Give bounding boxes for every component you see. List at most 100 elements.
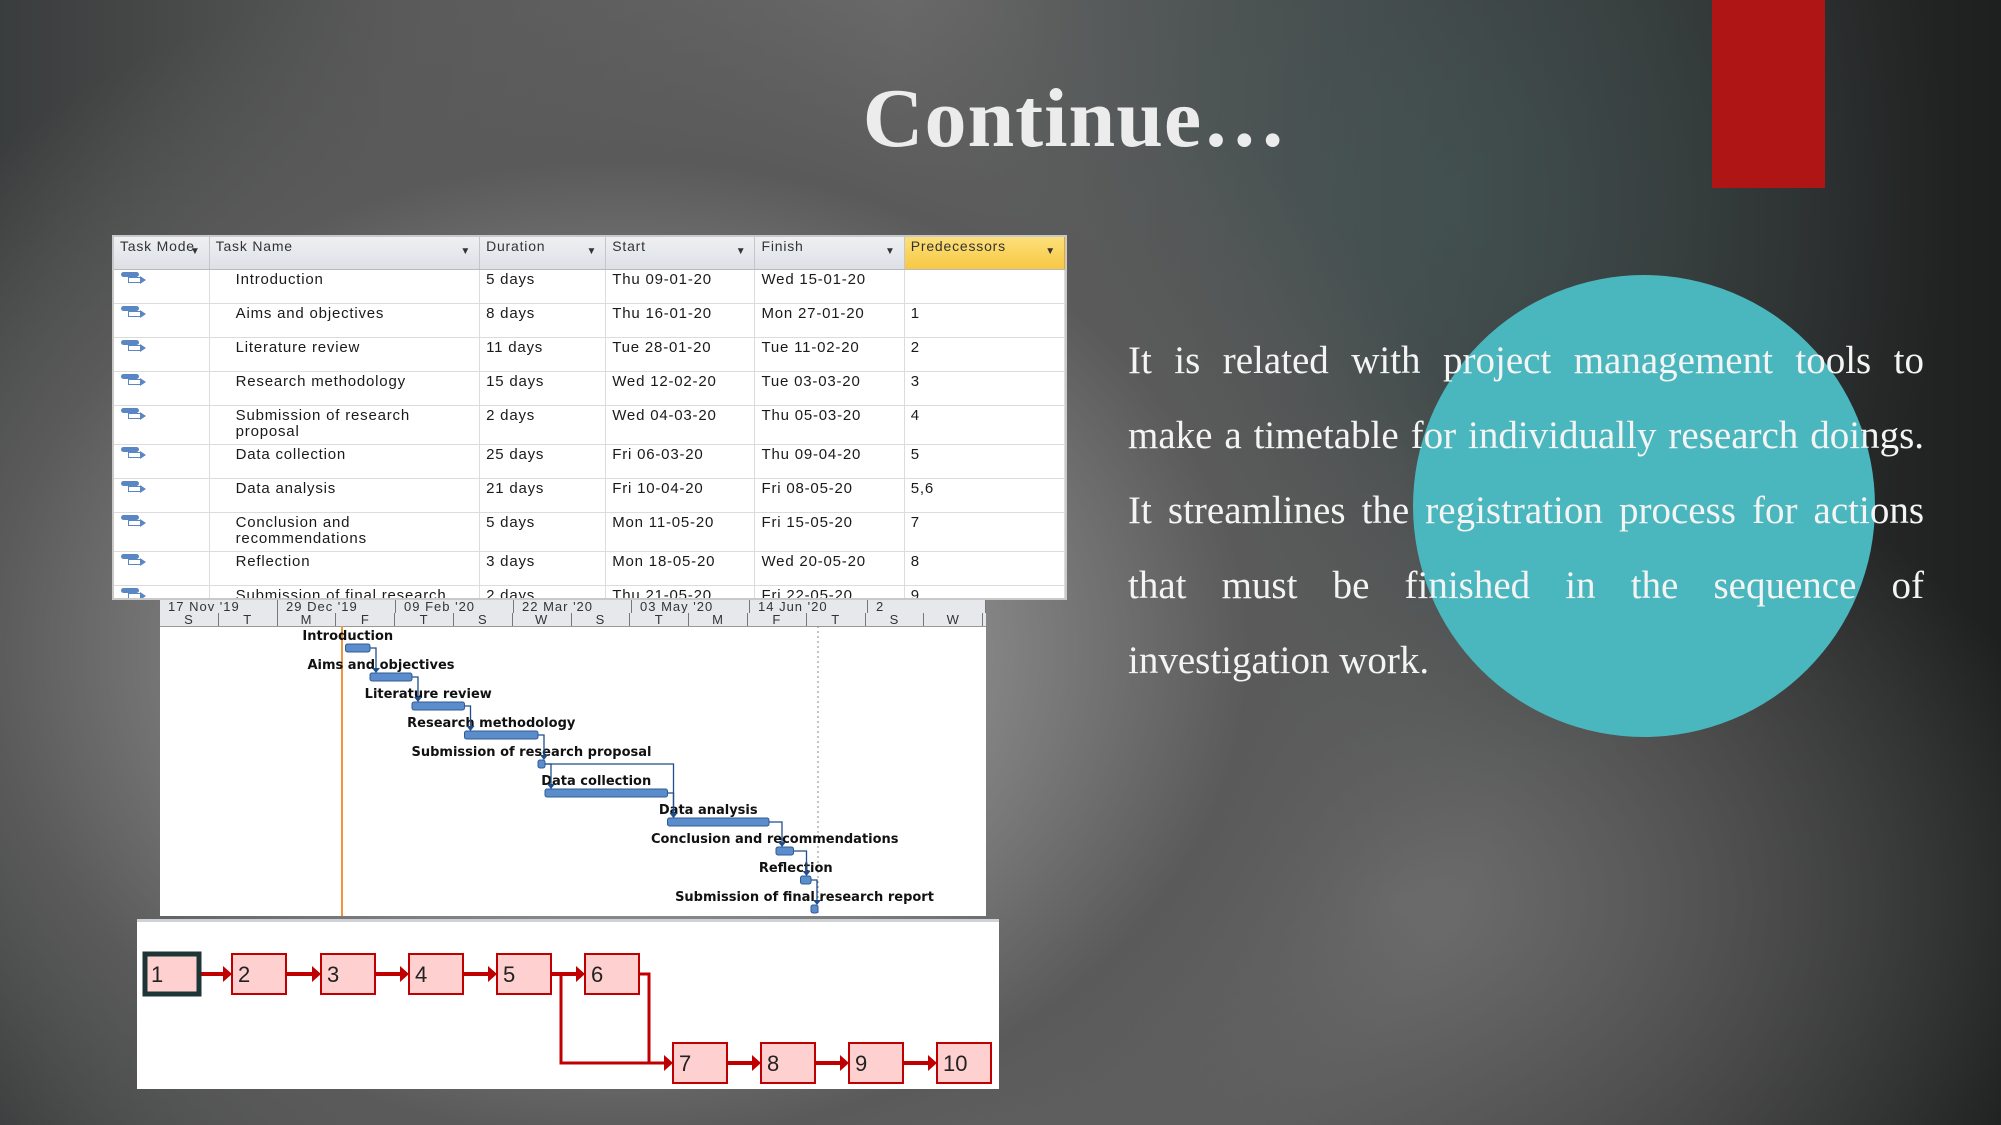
auto-scheduled-task-icon <box>120 515 146 529</box>
predecessors-cell[interactable]: 3 <box>904 371 1065 406</box>
duration-cell[interactable]: 5 days <box>479 512 607 552</box>
predecessors-cell[interactable]: 1 <box>904 303 1065 338</box>
start-cell[interactable]: Thu 21-05-20 <box>605 585 756 598</box>
gantt-task-label: Reflection <box>759 861 833 876</box>
finish-cell[interactable]: Wed 15-01-20 <box>754 269 905 304</box>
task-mode-cell[interactable] <box>114 303 210 338</box>
task-mode-cell[interactable] <box>114 405 210 445</box>
finish-cell[interactable]: Thu 05-03-20 <box>754 405 905 445</box>
dropdown-arrow-icon[interactable]: ▼ <box>736 245 747 259</box>
network-arrowhead <box>576 966 585 982</box>
duration-cell[interactable]: 2 days <box>479 585 607 598</box>
column-header-task-mode[interactable]: Task Mode ▼ <box>114 237 210 270</box>
finish-cell[interactable]: Fri 15-05-20 <box>754 512 905 552</box>
network-canvas: 1 2 3 4 5 6 7 8 9 10 <box>142 951 992 1084</box>
network-node-label: 5 <box>503 962 515 987</box>
duration-cell[interactable]: 2 days <box>479 405 607 445</box>
duration-cell[interactable]: 3 days <box>479 551 607 586</box>
auto-scheduled-task-icon <box>120 374 146 388</box>
task-name-cell[interactable]: Submission of final research report <box>209 585 481 598</box>
start-cell[interactable]: Thu 09-01-20 <box>605 269 756 304</box>
start-cell[interactable]: Wed 04-03-20 <box>605 405 756 445</box>
predecessors-cell[interactable]: 7 <box>904 512 1065 552</box>
duration-cell[interactable]: 21 days <box>479 478 607 513</box>
task-name-cell[interactable]: Reflection <box>209 551 481 586</box>
table-row[interactable]: Introduction 5 days Thu 09-01-20 Wed 15-01-… <box>114 269 1065 304</box>
predecessors-cell[interactable]: 5 <box>904 444 1065 479</box>
finish-cell[interactable]: Fri 08-05-20 <box>754 478 905 513</box>
task-name-cell[interactable]: Aims and objectives <box>209 303 481 338</box>
finish-cell[interactable]: Tue 03-03-20 <box>754 371 905 406</box>
finish-cell[interactable]: Mon 27-01-20 <box>754 303 905 338</box>
table-row[interactable]: Research methodology 15 days Wed 12-02-20 T… <box>114 371 1065 406</box>
column-header-finish[interactable]: Finish ▼ <box>754 237 905 270</box>
task-name-cell[interactable]: Literature review <box>209 337 481 372</box>
start-cell[interactable]: Fri 10-04-20 <box>605 478 756 513</box>
start-cell[interactable]: Fri 06-03-20 <box>605 444 756 479</box>
dropdown-arrow-icon[interactable]: ▼ <box>190 245 201 259</box>
task-name-cell[interactable]: Submission of research proposal <box>209 405 481 445</box>
network-link <box>639 972 669 1065</box>
start-cell[interactable]: Mon 11-05-20 <box>605 512 756 552</box>
column-header-start[interactable]: Start ▼ <box>605 237 756 270</box>
predecessors-cell[interactable]: 5,6 <box>904 478 1065 513</box>
task-mode-cell[interactable] <box>114 478 210 513</box>
dropdown-arrow-icon[interactable]: ▼ <box>460 245 471 259</box>
gantt-task-bar <box>411 701 465 711</box>
task-name-cell[interactable]: Research methodology <box>209 371 481 406</box>
task-mode-cell[interactable] <box>114 551 210 586</box>
task-mode-cell[interactable] <box>114 585 210 598</box>
task-name-cell[interactable]: Data collection <box>209 444 481 479</box>
table-row[interactable]: Data analysis 21 days Fri 10-04-20 Fri 08-0… <box>114 478 1065 513</box>
task-name-cell[interactable]: Introduction <box>209 269 481 304</box>
dropdown-arrow-icon[interactable]: ▼ <box>885 245 896 259</box>
task-name-cell[interactable]: Conclusion and recommendations <box>209 512 481 552</box>
gantt-task-label: Submission of research proposal <box>412 745 652 760</box>
column-header-predecessors[interactable]: Predecessors ▼ <box>904 237 1065 270</box>
finish-cell[interactable]: Wed 20-05-20 <box>754 551 905 586</box>
predecessors-cell[interactable]: 4 <box>904 405 1065 445</box>
table-row[interactable]: Conclusion and recommendations 5 days Mon … <box>114 512 1065 552</box>
task-mode-cell[interactable] <box>114 337 210 372</box>
start-cell[interactable]: Tue 28-01-20 <box>605 337 756 372</box>
start-cell[interactable]: Wed 12-02-20 <box>605 371 756 406</box>
finish-cell[interactable]: Thu 09-04-20 <box>754 444 905 479</box>
finish-cell[interactable]: Fri 22-05-20 <box>754 585 905 598</box>
table-row[interactable]: Submission of final research report2 day… <box>114 585 1065 598</box>
duration-cell[interactable]: 11 days <box>479 337 607 372</box>
table-row[interactable]: Submission of research proposal 2 days Wed… <box>114 405 1065 445</box>
start-cell[interactable]: Mon 18-05-20 <box>605 551 756 586</box>
table-row[interactable]: Aims and objectives 8 days Thu 16-01-20 Mon… <box>114 303 1065 338</box>
table-row[interactable]: Data collection 25 days Fri 06-03-20 Thu 09… <box>114 444 1065 479</box>
gantt-task-bar <box>800 875 812 885</box>
finish-cell[interactable]: Tue 11-02-20 <box>754 337 905 372</box>
network-diagram: 1 2 3 4 5 6 7 8 9 10 <box>137 919 999 1089</box>
predecessors-cell[interactable] <box>904 269 1065 304</box>
auto-scheduled-task-icon <box>120 306 146 320</box>
duration-cell[interactable]: 5 days <box>479 269 607 304</box>
predecessors-cell[interactable]: 9 <box>904 585 1065 598</box>
task-name-cell[interactable]: Data analysis <box>209 478 481 513</box>
network-node-label: 6 <box>591 962 603 987</box>
gantt-task-bar <box>544 788 668 798</box>
predecessors-cell[interactable]: 8 <box>904 551 1065 586</box>
column-header-duration[interactable]: Duration ▼ <box>479 237 607 270</box>
duration-cell[interactable]: 15 days <box>479 371 607 406</box>
dropdown-arrow-icon[interactable]: ▼ <box>1045 245 1056 259</box>
table-row[interactable]: Literature review 11 days Tue 28-01-20 Tue … <box>114 337 1065 372</box>
task-mode-cell[interactable] <box>114 444 210 479</box>
task-mode-cell[interactable] <box>114 371 210 406</box>
column-header-task-name[interactable]: Task Name ▼ <box>209 237 481 270</box>
table-row[interactable]: Reflection 3 days Mon 18-05-20 Wed 20-05-20… <box>114 551 1065 586</box>
network-node-label: 7 <box>679 1051 691 1076</box>
task-mode-cell[interactable] <box>114 269 210 304</box>
predecessors-cell[interactable]: 2 <box>904 337 1065 372</box>
duration-cell[interactable]: 8 days <box>479 303 607 338</box>
duration-cell[interactable]: 25 days <box>479 444 607 479</box>
dropdown-arrow-icon[interactable]: ▼ <box>587 245 598 259</box>
start-cell[interactable]: Thu 16-01-20 <box>605 303 756 338</box>
gantt-task-bar <box>537 759 546 769</box>
network-node-label: 1 <box>151 962 163 987</box>
task-mode-cell[interactable] <box>114 512 210 552</box>
gantt-task-bar <box>810 904 819 914</box>
